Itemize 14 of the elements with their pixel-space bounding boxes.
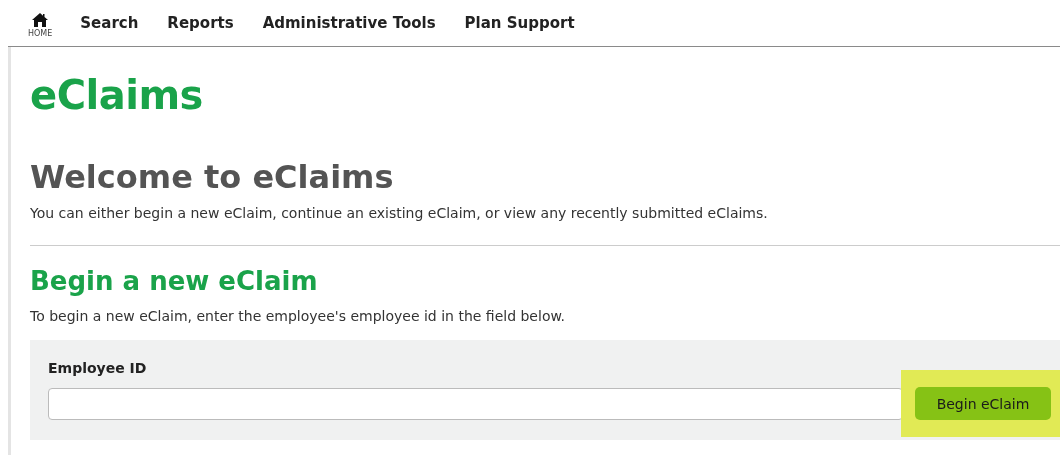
section-heading: Begin a new eClaim [30, 265, 319, 298]
home-link[interactable]: HOME [28, 12, 53, 38]
nav-link[interactable]: Plan Support [464, 14, 575, 32]
begin-eclaim-button[interactable]: Begin eClaim [915, 387, 1051, 420]
field-label: Employee ID [48, 360, 148, 376]
home-icon [31, 12, 50, 28]
page-heading: Welcome to eClaims [30, 157, 395, 197]
nav-link[interactable]: Search [80, 14, 139, 32]
app-title: eClaims [30, 71, 204, 120]
employee-id-field[interactable] [48, 387, 903, 420]
instruction-text: To begin a new eClaim, enter the employee's employee id in the field below. [30, 307, 567, 326]
nav-link[interactable]: Administrative Tools [262, 14, 436, 32]
intro-text: You can either begin a new eClaim, continue an existing eClaim, or view any recently submitted eClaims. [30, 204, 769, 223]
nav-link[interactable]: Reports [167, 14, 234, 32]
